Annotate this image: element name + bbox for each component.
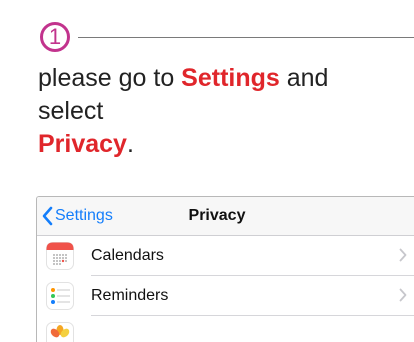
photos-icon <box>46 322 74 342</box>
step-number-circle: 1 <box>40 22 70 52</box>
navigation-bar: Settings Privacy <box>37 197 414 236</box>
step-divider-line <box>78 37 414 38</box>
instruction-prefix: please go to <box>38 64 181 92</box>
instruction-suffix: . <box>127 130 134 158</box>
privacy-list: Calendars Reminders <box>37 236 414 342</box>
nav-title: Privacy <box>37 197 414 235</box>
chevron-right-icon <box>399 288 407 302</box>
instruction-settings-highlight: Settings <box>181 64 280 92</box>
step-number: 1 <box>49 26 61 48</box>
instruction-text: please go to Settings and select Privacy… <box>38 62 398 161</box>
list-item-photos[interactable] <box>37 316 414 342</box>
instruction-privacy-highlight: Privacy <box>38 130 127 158</box>
list-item-calendars[interactable]: Calendars <box>37 236 414 276</box>
phone-screen: Settings Privacy Calendars <box>36 196 414 342</box>
list-item-label: Reminders <box>91 287 414 305</box>
calendar-icon <box>46 242 74 270</box>
reminders-icon <box>46 282 74 310</box>
list-item-label: Calendars <box>91 247 414 265</box>
list-item-reminders[interactable]: Reminders <box>37 276 414 316</box>
chevron-right-icon <box>399 248 407 262</box>
